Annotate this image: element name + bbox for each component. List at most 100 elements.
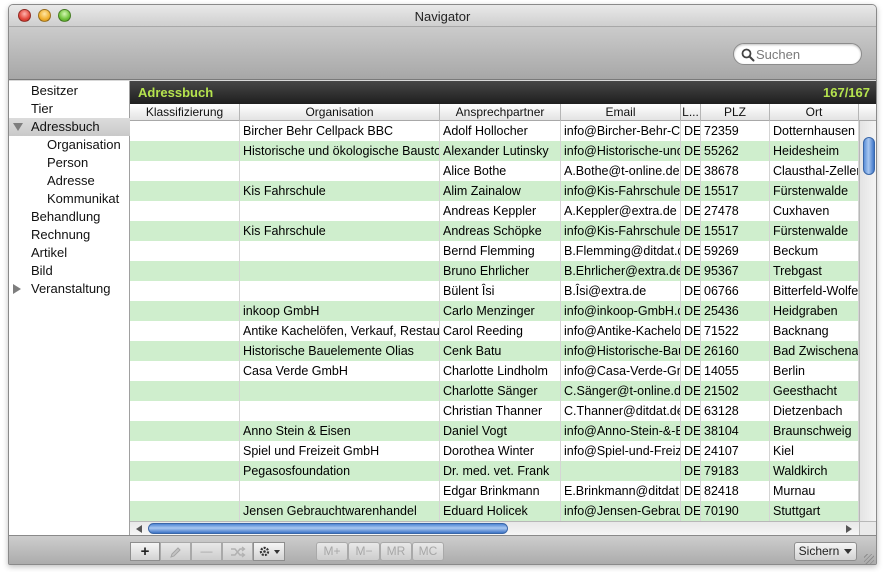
cell-country: DE (681, 121, 701, 141)
bottom-bar: + — M+ M− MR MC Sichern (9, 535, 876, 564)
sidebar-item-person[interactable]: Person (9, 154, 130, 172)
table-row[interactable]: Kis Fahrschule Andreas Schöpke info@Kis-Fa… (130, 221, 859, 241)
cell-postal-code: 72359 (701, 121, 770, 141)
sidebar-item-artikel[interactable]: Artikel (9, 244, 130, 262)
cell-postal-code: 71522 (701, 321, 770, 341)
cell-city: Clausthal-Zellerfeld (770, 161, 859, 181)
cell-city: Trebgast (770, 261, 859, 281)
column-header-postal-code[interactable]: PLZ (701, 104, 770, 121)
sidebar-item-tier[interactable]: Tier (9, 100, 130, 118)
table-row[interactable]: Bülent Îsi B.Îsi@extra.de DE 06766 Bitterfel… (130, 281, 859, 301)
table-row[interactable]: Bruno Ehrlicher B.Ehrlicher@extra.de DE 953… (130, 261, 859, 281)
mc-button[interactable]: MC (412, 542, 444, 561)
scroll-right-arrow-icon[interactable] (846, 525, 852, 533)
table-row[interactable]: Anno Stein & Eisen Daniel Vogt info@Anno-S… (130, 421, 859, 441)
sidebar-item-label: Rechnung (31, 227, 91, 242)
scroll-left-arrow-icon[interactable] (136, 525, 142, 533)
m-plus-button[interactable]: M+ (316, 542, 348, 561)
table-row[interactable]: Pegasosfoundation Dr. med. vet. Frank DE 79… (130, 461, 859, 481)
cell-city: Cuxhaven (770, 201, 859, 221)
sidebar-item-besitzer[interactable]: Besitzer (9, 82, 130, 100)
sidebar-item-adresse[interactable]: Adresse (9, 172, 130, 190)
cell-classification (130, 461, 240, 481)
edit-button[interactable] (160, 542, 191, 561)
cell-organisation: Antike Kachelöfen, Verkauf, Restaurierun… (240, 321, 440, 341)
save-button[interactable]: Sichern (794, 542, 857, 561)
cell-classification (130, 421, 240, 441)
resize-grip-icon[interactable] (864, 554, 874, 564)
search-icon (741, 48, 755, 62)
column-header-country[interactable]: L... (681, 104, 701, 121)
sidebar-item-bild[interactable]: Bild (9, 262, 130, 280)
sidebar-item-behandlung[interactable]: Behandlung (9, 208, 130, 226)
cell-email: info@Spiel-und-Freizeit.de (561, 441, 681, 461)
sidebar-item-label: Kommunikat (47, 191, 120, 206)
disclosure-open-icon[interactable] (13, 123, 23, 131)
cell-organisation: inkoop GmbH (240, 301, 440, 321)
table-row[interactable]: Andreas Keppler A.Keppler@extra.de DE 27478… (130, 201, 859, 221)
cell-email: E.Brinkmann@ditdat.de (561, 481, 681, 501)
horizontal-scroll-thumb[interactable] (148, 523, 508, 534)
toolbar (9, 27, 876, 80)
table-row[interactable]: Alice Bothe A.Bothe@t-online.de DE 38678 Cla… (130, 161, 859, 181)
m-minus-button[interactable]: M− (348, 542, 380, 561)
table-row[interactable]: Bircher Behr Cellpack BBC Adolf Hollocher… (130, 121, 859, 141)
action-menu-button[interactable] (253, 542, 285, 561)
cell-organisation: Anno Stein & Eisen (240, 421, 440, 441)
cell-classification (130, 281, 240, 301)
cell-city: Murnau (770, 481, 859, 501)
cell-email: info@Casa-Verde-GmbH.de (561, 361, 681, 381)
shuffle-button[interactable] (222, 542, 253, 561)
mr-button[interactable]: MR (380, 542, 412, 561)
sidebar-item-label: Besitzer (31, 83, 78, 98)
search-field[interactable] (733, 43, 862, 65)
cell-email: A.Bothe@t-online.de (561, 161, 681, 181)
column-header-organisation[interactable]: Organisation (240, 104, 440, 121)
disclosure-closed-icon[interactable] (13, 284, 21, 294)
table-row[interactable]: Spiel und Freizeit GmbH Dorothea Winter in… (130, 441, 859, 461)
sidebar-item-organisation[interactable]: Organisation (9, 136, 130, 154)
vertical-scrollbar[interactable] (859, 121, 876, 521)
column-header-email[interactable]: Email (561, 104, 681, 121)
navigator-window: Navigator Besitzer Tier Adressbuch Organisa… (8, 4, 877, 565)
search-input[interactable] (756, 46, 856, 63)
table-row[interactable]: Charlotte Sänger C.Sänger@t-online.de DE 21… (130, 381, 859, 401)
column-header-classification[interactable]: Klassifizierung (130, 104, 240, 121)
cell-classification (130, 161, 240, 181)
add-button[interactable]: + (130, 542, 160, 561)
table-row[interactable]: Antike Kachelöfen, Verkauf, Restaurierun… (130, 321, 859, 341)
table-row[interactable]: Edgar BrinkmannE.Brinkmann@ditdat.deDE82… (130, 481, 859, 501)
cell-classification (130, 141, 240, 161)
cell-email: info@inkoop-GmbH.de (561, 301, 681, 321)
sidebar-item-adressbuch[interactable]: Adressbuch (9, 118, 130, 136)
cell-city: Dotternhausen (770, 121, 859, 141)
title-bar[interactable]: Navigator (9, 5, 876, 27)
table-row[interactable]: Kis Fahrschule Alim Zainalow info@Kis-Fahr… (130, 181, 859, 201)
table-row[interactable]: Jensen Gebrauchtwarenhandel Eduard Holice… (130, 501, 859, 521)
cell-organisation (240, 281, 440, 301)
cell-city: Bad Zwischenahn (770, 341, 859, 361)
table-row[interactable]: Historische und ökologische Baustoffe Ale… (130, 141, 859, 161)
cell-contact-person: Andreas Schöpke (440, 221, 561, 241)
cell-classification (130, 321, 240, 341)
table-body[interactable]: Bircher Behr Cellpack BBC Adolf Hollocher… (130, 121, 859, 521)
column-header-contact-person[interactable]: Ansprechpartner (440, 104, 561, 121)
cell-organisation: Historische und ökologische Baustoffe (240, 141, 440, 161)
cell-organisation: Spiel und Freizeit GmbH (240, 441, 440, 461)
column-header-city[interactable]: Ort (770, 104, 859, 121)
remove-button[interactable]: — (191, 542, 222, 561)
cell-organisation (240, 481, 440, 501)
cell-organisation (240, 241, 440, 261)
sidebar-item-veranstaltung[interactable]: Veranstaltung (9, 280, 130, 298)
table-row[interactable]: Christian Thanner C.Thanner@ditdat.de DE 63… (130, 401, 859, 421)
table-row[interactable]: Casa Verde GmbH Charlotte Lindholm info@Ca… (130, 361, 859, 381)
horizontal-scrollbar[interactable] (130, 521, 859, 535)
table-row[interactable]: inkoop GmbH Carlo Menzinger info@inkoop-Gm… (130, 301, 859, 321)
cell-postal-code: 79183 (701, 461, 770, 481)
table-row[interactable]: Bernd Flemming B.Flemming@ditdat.de DE 5926… (130, 241, 859, 261)
vertical-scroll-thumb[interactable] (863, 137, 875, 175)
sidebar-item-kommunikat[interactable]: Kommunikat (9, 190, 130, 208)
cell-organisation (240, 161, 440, 181)
table-row[interactable]: Historische Bauelemente Olias Cenk Batu in… (130, 341, 859, 361)
sidebar-item-rechnung[interactable]: Rechnung (9, 226, 130, 244)
